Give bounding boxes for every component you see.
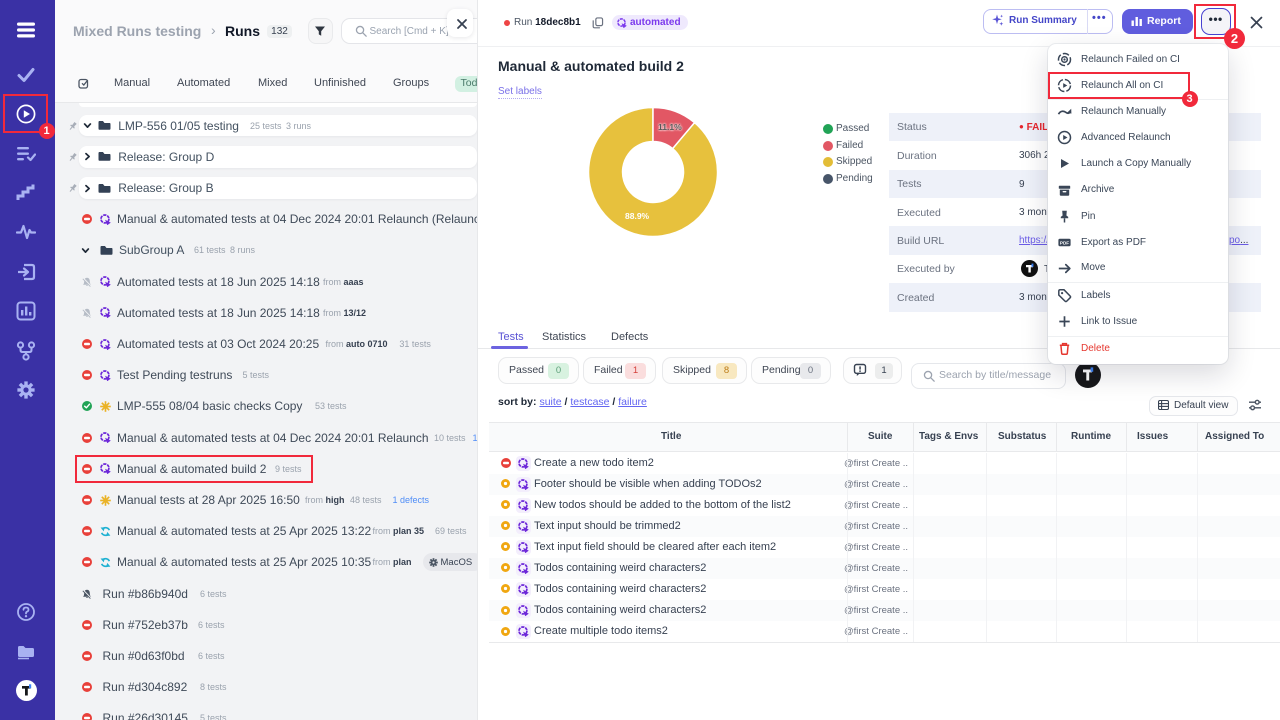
svg-text:PDF: PDF bbox=[1060, 241, 1069, 246]
